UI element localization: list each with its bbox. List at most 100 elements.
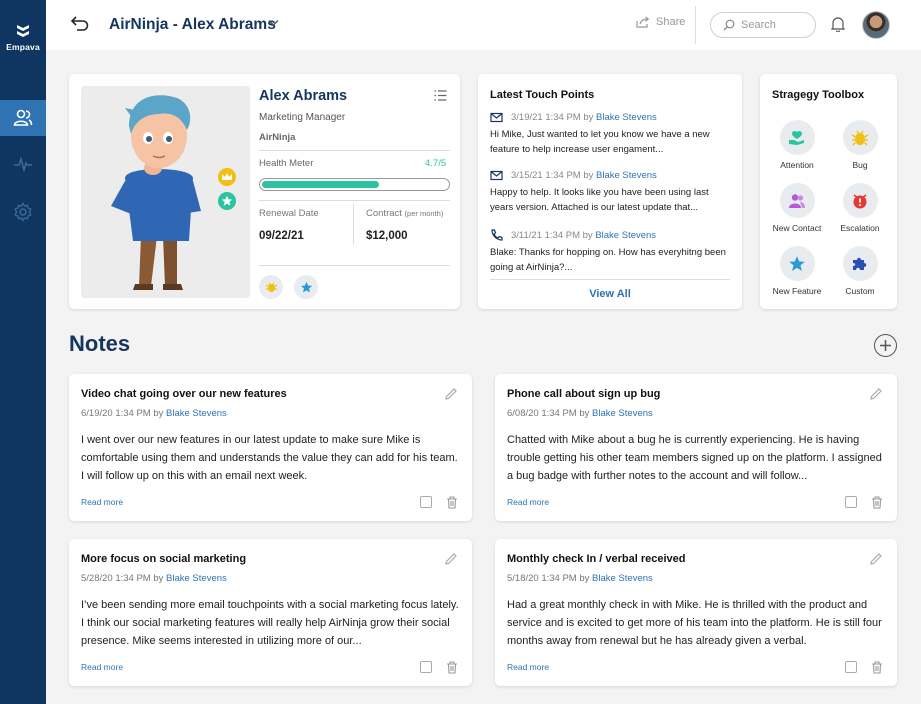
pencil-icon[interactable] bbox=[444, 552, 458, 566]
touch-point-author[interactable]: Blake Stevens bbox=[596, 170, 657, 181]
touch-point-item[interactable]: 3/11/21 1:34 PM by Blake Stevens Blake: … bbox=[490, 229, 730, 275]
note-checkbox[interactable] bbox=[420, 661, 432, 673]
note-date: 6/19/20 1:34 PM by bbox=[81, 408, 164, 419]
touch-point-item[interactable]: 3/19/21 1:34 PM by Blake Stevens Hi Mike… bbox=[490, 112, 730, 157]
note-checkbox[interactable] bbox=[845, 661, 857, 673]
profile-title: Marketing Manager bbox=[259, 112, 346, 123]
pencil-icon[interactable] bbox=[869, 552, 883, 566]
sidebar-item-settings[interactable] bbox=[0, 194, 46, 230]
touch-points-title: Latest Touch Points bbox=[490, 89, 595, 101]
note-author[interactable]: Blake Stevens bbox=[592, 408, 653, 419]
contract-sub-label: (per month) bbox=[404, 209, 444, 218]
share-button[interactable]: Share bbox=[636, 16, 685, 28]
view-all-link[interactable]: View All bbox=[478, 288, 742, 300]
note-card: Monthly check In / verbal received 5/18/… bbox=[495, 539, 897, 686]
tool-escalation[interactable]: Escalation bbox=[830, 183, 890, 233]
search-placeholder: Search bbox=[741, 19, 776, 31]
read-more-link[interactable]: Read more bbox=[507, 497, 549, 507]
puzzle-icon bbox=[842, 246, 878, 281]
tool-new-contact[interactable]: New Contact bbox=[767, 183, 827, 233]
star-badge-icon bbox=[218, 192, 236, 210]
health-meter-fill bbox=[262, 181, 379, 188]
trash-icon[interactable] bbox=[871, 661, 883, 674]
touch-point-date: 3/19/21 1:34 PM by bbox=[511, 112, 594, 123]
note-author[interactable]: Blake Stevens bbox=[592, 573, 653, 584]
tool-label: Custom bbox=[845, 286, 875, 296]
attention-icon bbox=[779, 120, 815, 155]
note-date: 5/18/20 1:34 PM by bbox=[507, 573, 590, 584]
touch-point-author[interactable]: Blake Stevens bbox=[596, 112, 657, 123]
profile-company: AirNinja bbox=[259, 132, 296, 143]
sidebar-item-contacts[interactable] bbox=[0, 100, 46, 136]
note-meta: 5/18/20 1:34 PM by Blake Stevens bbox=[507, 573, 653, 584]
chevron-down-icon[interactable] bbox=[268, 19, 279, 27]
note-body: Chatted with Mike about a bug he is curr… bbox=[507, 434, 882, 482]
contract-label-text: Contract bbox=[366, 208, 402, 219]
note-body: I went over our new features in our late… bbox=[81, 434, 458, 482]
list-menu-icon[interactable] bbox=[434, 90, 447, 101]
contacts-icon bbox=[13, 109, 33, 126]
back-icon[interactable] bbox=[70, 15, 90, 31]
note-checkbox[interactable] bbox=[420, 496, 432, 508]
renewal-date-value: 09/22/21 bbox=[259, 230, 304, 242]
share-icon bbox=[636, 16, 650, 28]
pencil-icon[interactable] bbox=[444, 387, 458, 401]
escalation-icon bbox=[842, 183, 878, 218]
app-logo[interactable]: Empava bbox=[0, 24, 46, 52]
note-title: Video chat going over our new features bbox=[81, 388, 287, 400]
star-icon bbox=[779, 246, 815, 281]
tool-label: Bug bbox=[852, 160, 868, 170]
note-card: Video chat going over our new features 6… bbox=[69, 374, 472, 521]
strategy-toolbox-card: Stragegy Toolbox Attention Bug New Conta… bbox=[760, 74, 897, 309]
trash-icon[interactable] bbox=[871, 496, 883, 509]
read-more-link[interactable]: Read more bbox=[507, 662, 549, 672]
bug-badge-icon[interactable] bbox=[259, 275, 283, 299]
trash-icon[interactable] bbox=[446, 661, 458, 674]
note-title: More focus on social marketing bbox=[81, 553, 247, 565]
vertical-divider bbox=[353, 204, 354, 244]
phone-icon bbox=[491, 229, 503, 241]
top-bar: AirNinja - Alex Abrams Share Search bbox=[46, 0, 921, 50]
read-more-link[interactable]: Read more bbox=[81, 497, 123, 507]
tool-attention[interactable]: Attention bbox=[767, 120, 827, 170]
tool-new-feature[interactable]: New Feature bbox=[767, 246, 827, 296]
tool-label: Escalation bbox=[840, 223, 880, 233]
note-title: Phone call about sign up bug bbox=[507, 388, 661, 400]
plus-icon bbox=[880, 340, 891, 351]
read-more-link[interactable]: Read more bbox=[81, 662, 123, 672]
tool-bug[interactable]: Bug bbox=[830, 120, 890, 170]
search-input[interactable]: Search bbox=[710, 12, 816, 38]
note-checkbox[interactable] bbox=[845, 496, 857, 508]
bell-icon[interactable] bbox=[831, 16, 845, 32]
note-body: Had a great monthly check in with Mike. … bbox=[507, 599, 882, 647]
add-note-button[interactable] bbox=[874, 334, 897, 357]
tool-custom[interactable]: Custom bbox=[830, 246, 890, 296]
note-card: Phone call about sign up bug 6/08/20 1:3… bbox=[495, 374, 897, 521]
note-author[interactable]: Blake Stevens bbox=[166, 408, 227, 419]
touch-point-date: 3/11/21 1:34 PM by bbox=[511, 229, 593, 241]
note-author[interactable]: Blake Stevens bbox=[166, 573, 227, 584]
profile-card: Alex Abrams Marketing Manager AirNinja H… bbox=[69, 74, 460, 309]
divider bbox=[490, 279, 730, 280]
feature-badge-icon[interactable] bbox=[294, 275, 318, 299]
note-meta: 5/28/20 1:34 PM by Blake Stevens bbox=[81, 573, 227, 584]
header-divider bbox=[695, 6, 696, 44]
note-title: Monthly check In / verbal received bbox=[507, 553, 686, 565]
touch-point-item[interactable]: 3/15/21 1:34 PM by Blake Stevens Happy t… bbox=[490, 170, 730, 215]
divider bbox=[259, 265, 450, 266]
sidebar-item-activity[interactable] bbox=[0, 146, 46, 182]
note-meta: 6/08/20 1:34 PM by Blake Stevens bbox=[507, 408, 653, 419]
pencil-icon[interactable] bbox=[869, 387, 883, 401]
health-meter-bar bbox=[259, 178, 450, 191]
touch-point-date: 3/15/21 1:34 PM by bbox=[511, 170, 594, 181]
touch-point-author[interactable]: Blake Stevens bbox=[595, 230, 656, 241]
health-meter-label: Health Meter bbox=[259, 158, 314, 169]
user-avatar[interactable] bbox=[862, 11, 890, 39]
divider bbox=[259, 150, 450, 151]
touch-point-text: Happy to help. It looks like you have be… bbox=[490, 187, 709, 213]
logo-text: Empava bbox=[6, 42, 40, 52]
touch-points-card: Latest Touch Points 3/19/21 1:34 PM by B… bbox=[478, 74, 742, 309]
gear-icon bbox=[14, 202, 32, 222]
contacts-icon bbox=[779, 183, 815, 218]
trash-icon[interactable] bbox=[446, 496, 458, 509]
